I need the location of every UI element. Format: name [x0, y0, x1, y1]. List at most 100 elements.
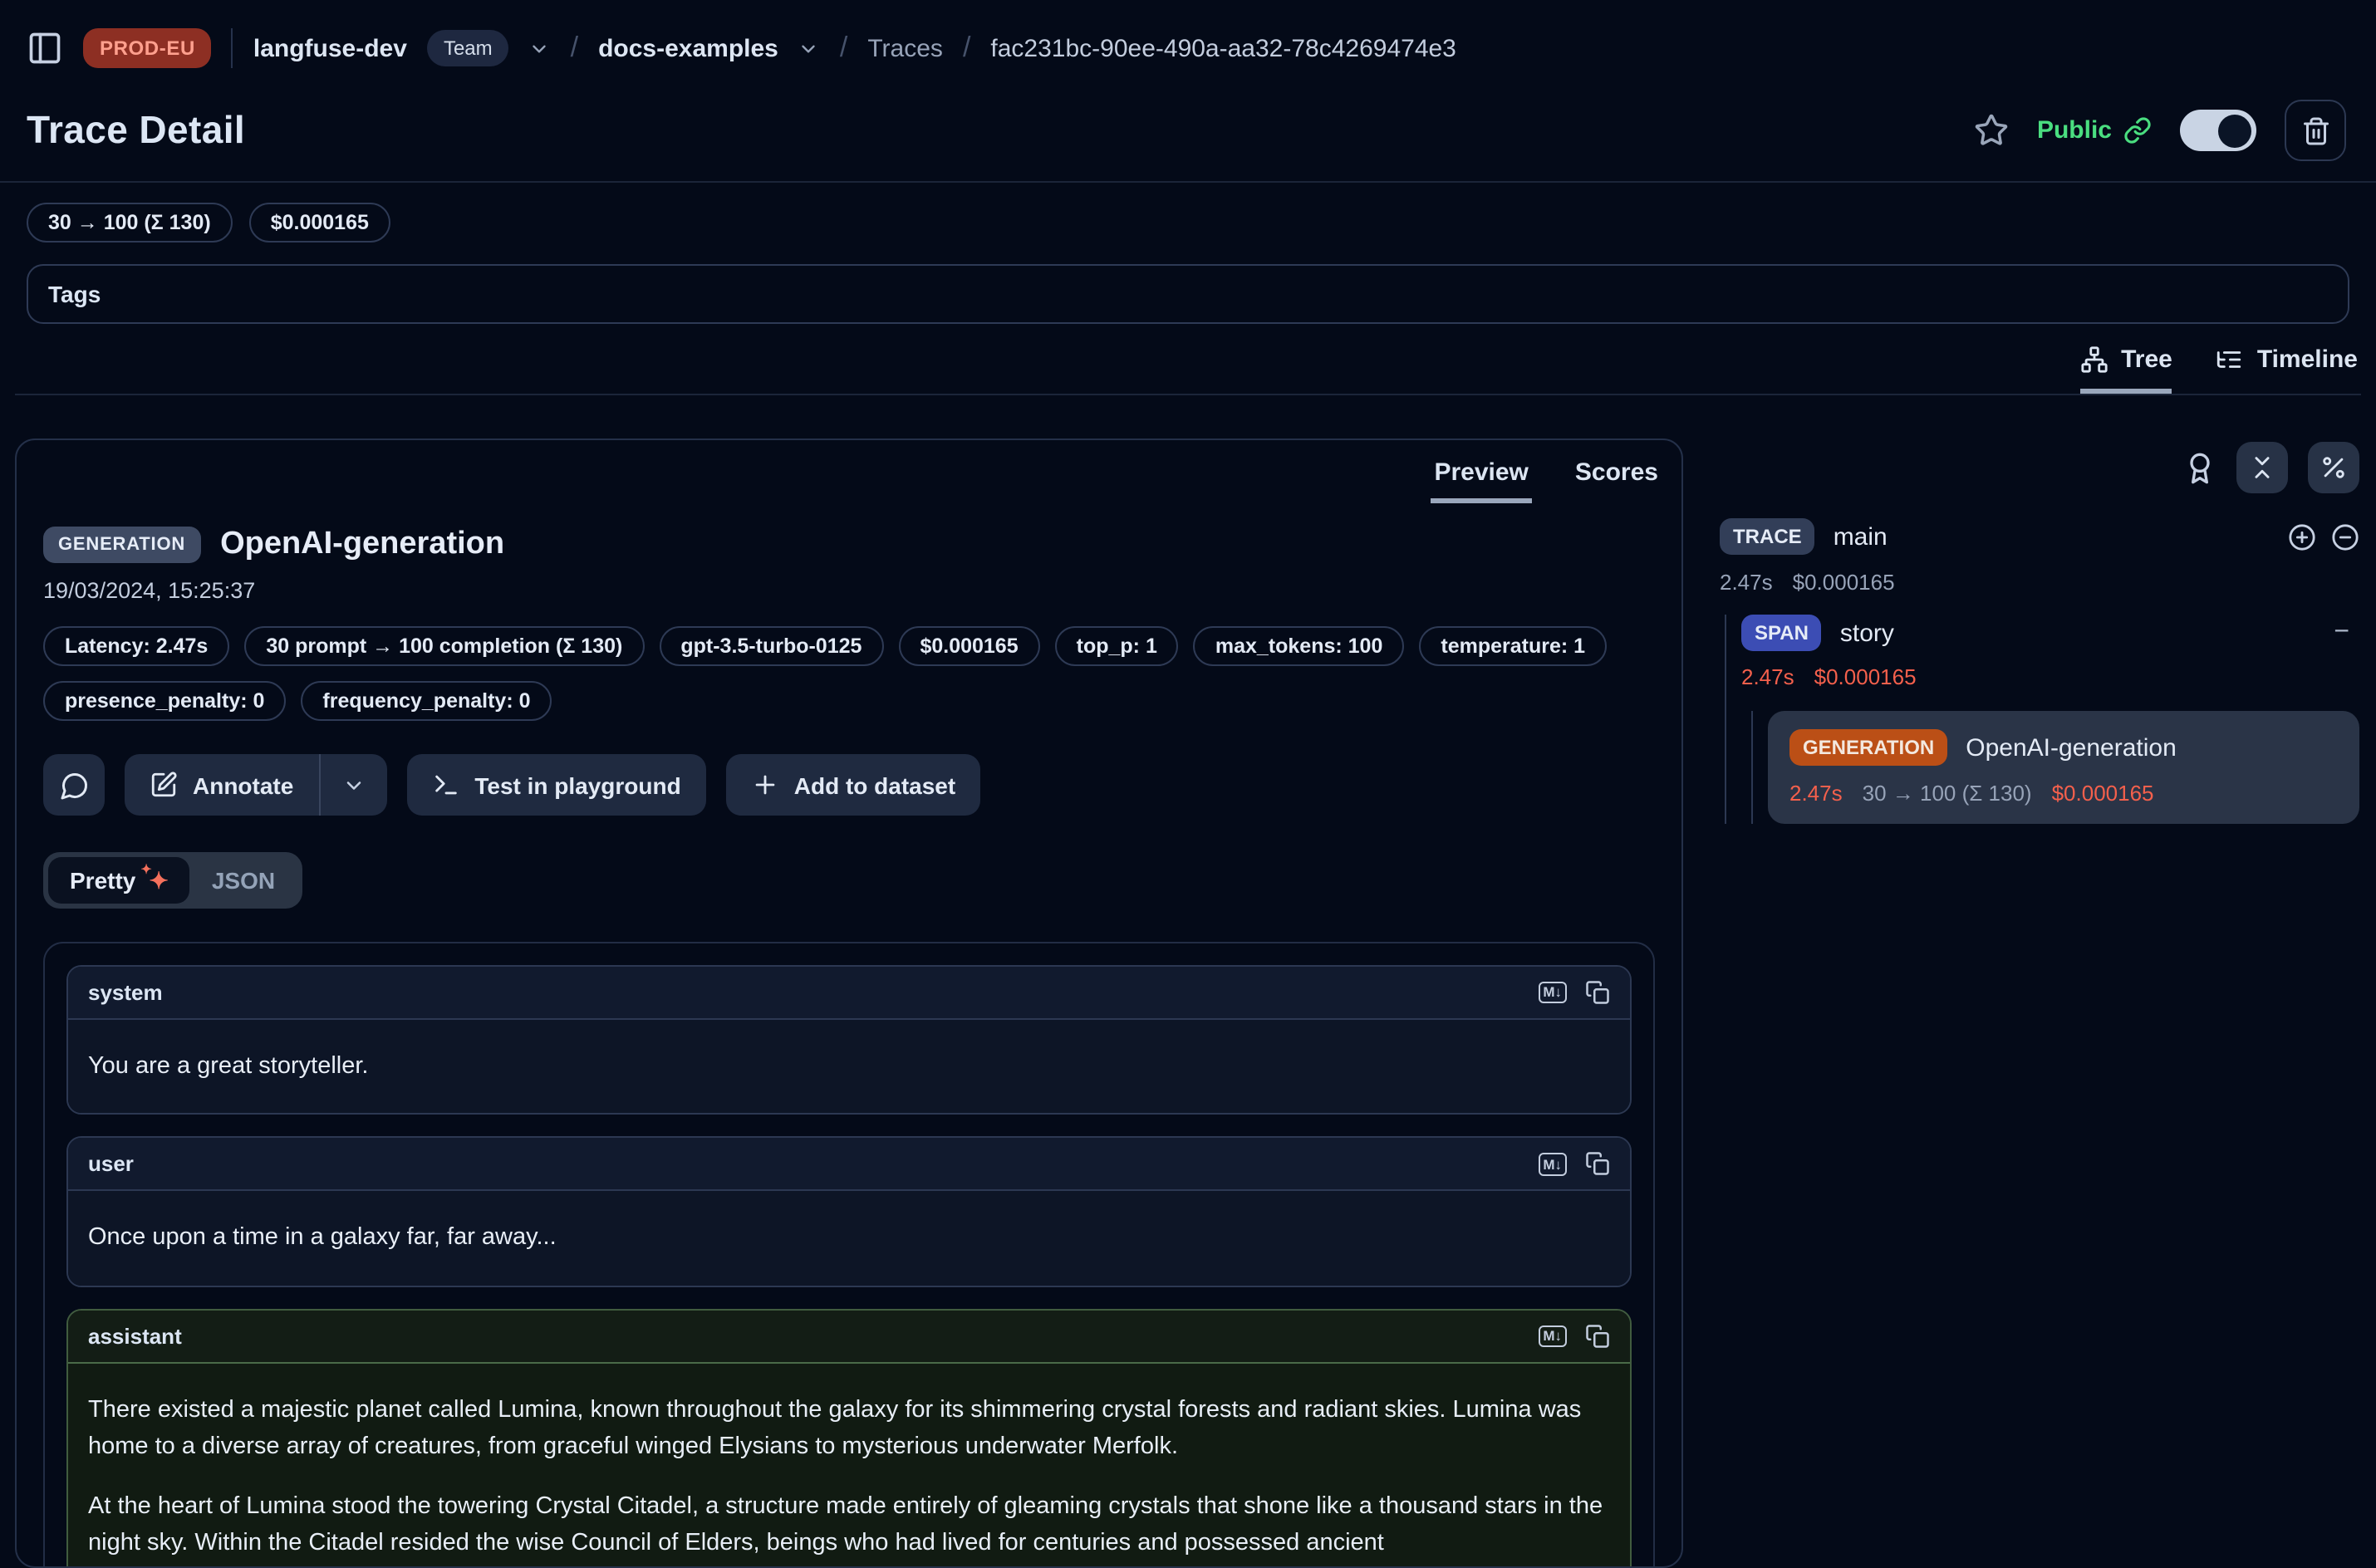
io-container: system M↓ You are a great storyteller. u… [43, 942, 1655, 1568]
markdown-toggle-icon[interactable]: M↓ [1538, 982, 1567, 1004]
chevron-down-icon[interactable] [798, 37, 820, 59]
breadcrumb-traces[interactable]: Traces [867, 34, 943, 62]
message-header-icons: M↓ [1538, 1152, 1610, 1177]
toggle-knob [2218, 114, 2251, 147]
observation-meta-badges-row2: presence_penalty: 0 frequency_penalty: 0 [17, 666, 1681, 721]
trace-tree-panel: TRACE main 2.47s $0.000165 [1683, 439, 2359, 1568]
trace-type-badge: TRACE [1720, 518, 1815, 555]
generation-latency: 2.47s [1789, 781, 1843, 806]
public-toggle[interactable] [2180, 110, 2256, 151]
breadcrumb-org[interactable]: langfuse-dev [253, 34, 407, 62]
tab-tree-label: Tree [2121, 345, 2172, 374]
edit-icon [150, 771, 178, 799]
page-title: Trace Detail [27, 108, 245, 153]
message-header: assistant M↓ [68, 1311, 1630, 1364]
link-icon [2123, 116, 2152, 145]
span-metrics: 2.47s $0.000165 [1741, 651, 2359, 711]
add-to-dataset-button[interactable]: Add to dataset [726, 754, 980, 816]
message-header-icons: M↓ [1538, 1324, 1610, 1349]
annotate-button[interactable]: Annotate [125, 754, 318, 816]
message-content: Once upon a time in a galaxy far, far aw… [68, 1192, 1630, 1286]
plus-circle-icon[interactable] [2288, 522, 2316, 551]
trace-metrics: 2.47s $0.000165 [1720, 555, 2359, 615]
generation-tokens: 30 → 100 (Σ 130) [1863, 781, 2032, 806]
presence-penalty-badge: presence_penalty: 0 [43, 681, 286, 721]
role-label: system [88, 980, 163, 1005]
sidebar-toggle-icon[interactable] [27, 30, 63, 66]
chevron-down-icon[interactable] [529, 37, 551, 59]
message-system: system M↓ You are a great storyteller. [66, 965, 1632, 1115]
format-json[interactable]: JSON [190, 857, 297, 904]
observation-panel: Preview Scores GENERATION OpenAI-generat… [15, 439, 1683, 1568]
format-pretty[interactable]: Pretty ✦✦ [48, 857, 190, 904]
annotate-label: Annotate [193, 772, 293, 798]
divider [232, 28, 233, 68]
show-percentages-button[interactable] [2308, 442, 2359, 493]
test-in-playground-button[interactable]: Test in playground [406, 754, 705, 816]
chevron-down-icon [341, 773, 365, 796]
plus-icon [751, 771, 779, 799]
collapse-all-button[interactable] [2236, 442, 2288, 493]
page-header: Trace Detail Public [0, 86, 2376, 181]
message-assistant: assistant M↓ There existed a majestic pl… [66, 1309, 1632, 1568]
generation-metrics: 2.47s 30 → 100 (Σ 130) $0.000165 [1789, 766, 2338, 806]
timeline-icon [2216, 345, 2244, 374]
award-icon[interactable] [2183, 451, 2216, 484]
playground-label: Test in playground [474, 772, 680, 798]
frequency-penalty-badge: frequency_penalty: 0 [301, 681, 552, 721]
comment-button[interactable] [43, 754, 105, 816]
breadcrumb-project[interactable]: docs-examples [598, 34, 778, 62]
span-name: story [1840, 619, 1894, 647]
tree-level-2: GENERATION OpenAI-generation 2.47s 30 → … [1751, 711, 2359, 824]
delete-trace-button[interactable] [2285, 100, 2346, 161]
add-to-dataset-label: Add to dataset [794, 772, 955, 798]
tab-preview[interactable]: Preview [1431, 455, 1531, 503]
tags-box[interactable]: Tags [27, 264, 2349, 324]
message-content: You are a great storyteller. [68, 1020, 1630, 1114]
observation-actions: Annotate Test in playground Add to datas… [17, 721, 1681, 816]
environment-badge[interactable]: PROD-EU [83, 28, 212, 68]
star-icon[interactable] [1974, 113, 2009, 148]
copy-icon[interactable] [1585, 980, 1610, 1005]
chevrons-down-up-icon [2248, 453, 2276, 482]
copy-icon[interactable] [1585, 1152, 1610, 1177]
breadcrumb-trace-id: fac231bc-90ee-490a-aa32-78c4269474e3 [990, 34, 1456, 62]
tree-node-generation-selected[interactable]: GENERATION OpenAI-generation 2.47s 30 → … [1768, 711, 2359, 824]
collapse-node-control[interactable]: − [2334, 618, 2359, 648]
observation-title: OpenAI-generation [220, 527, 504, 563]
observation-type-badge: GENERATION [43, 527, 200, 563]
public-link[interactable]: Public [2037, 116, 2152, 145]
tree-node-trace[interactable]: TRACE main [1720, 518, 2359, 555]
span-cost: $0.000165 [1814, 664, 1917, 689]
pretty-label: Pretty [70, 867, 135, 894]
panel-tabs: Preview Scores [17, 440, 1681, 503]
tree-zoom-controls [2288, 522, 2359, 551]
span-latency: 2.47s [1741, 664, 1794, 689]
role-label: user [88, 1152, 134, 1177]
view-tabs: Tree Timeline [15, 324, 2361, 395]
max-tokens-badge: max_tokens: 100 [1194, 626, 1405, 666]
model-badge: gpt-3.5-turbo-0125 [659, 626, 883, 666]
org-plan-badge: Team [427, 30, 509, 66]
generation-name: OpenAI-generation [1966, 733, 2177, 762]
token-usage-badge: 30 → 100 (Σ 130) [27, 203, 233, 243]
trash-icon [2300, 115, 2330, 145]
tree-node-span[interactable]: SPAN story − [1741, 615, 2359, 651]
tab-timeline[interactable]: Timeline [2216, 345, 2358, 394]
observation-header: GENERATION OpenAI-generation [17, 503, 1681, 563]
tab-tree[interactable]: Tree [2079, 345, 2172, 394]
message-content: There existed a majestic planet called L… [68, 1364, 1630, 1568]
comment-icon [59, 770, 89, 800]
tab-timeline-label: Timeline [2257, 345, 2358, 374]
markdown-toggle-icon[interactable]: M↓ [1538, 1153, 1567, 1175]
minus-circle-icon[interactable] [2331, 522, 2359, 551]
markdown-toggle-icon[interactable]: M↓ [1538, 1325, 1567, 1347]
top-p-badge: top_p: 1 [1055, 626, 1179, 666]
generation-cost: $0.000165 [2052, 781, 2154, 806]
role-label: assistant [88, 1324, 182, 1349]
copy-icon[interactable] [1585, 1324, 1610, 1349]
content-columns: Preview Scores GENERATION OpenAI-generat… [0, 395, 2376, 1568]
tab-scores[interactable]: Scores [1572, 455, 1662, 503]
token-usage-badge: 30 prompt → 100 completion (Σ 130) [244, 626, 644, 666]
annotate-dropdown[interactable] [320, 754, 386, 816]
